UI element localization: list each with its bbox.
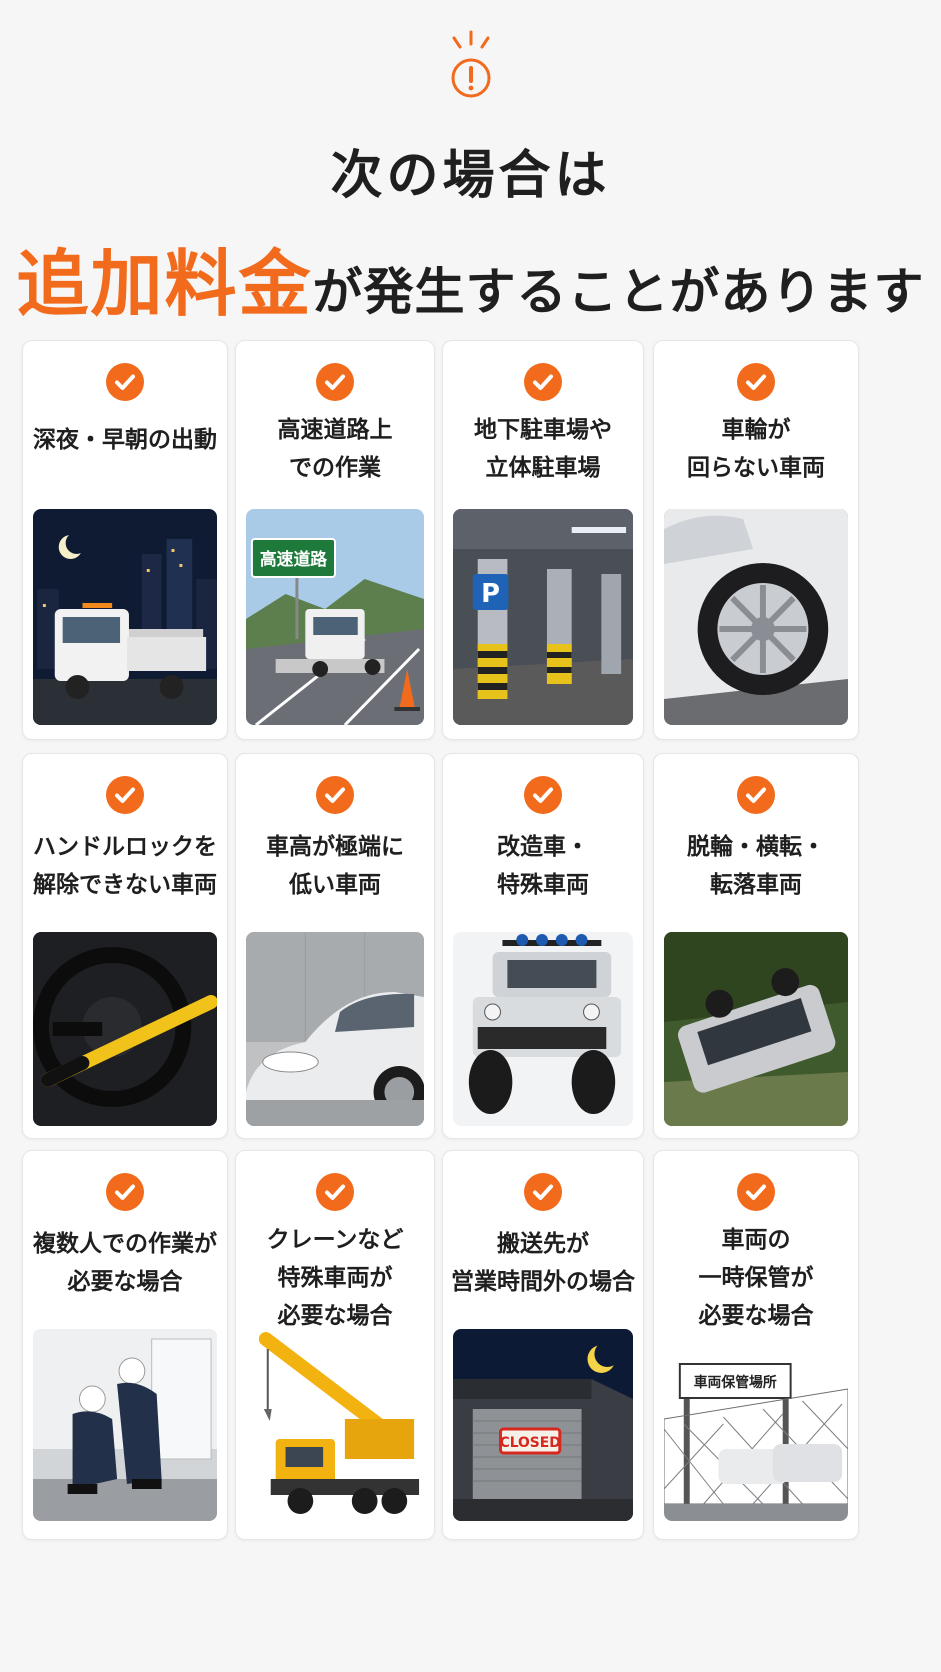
closed-garage-image: CLOSED — [453, 1329, 633, 1521]
check-icon — [106, 776, 144, 814]
check-icon — [316, 1173, 354, 1211]
surcharge-card: 改造車・ 特殊車両 — [442, 753, 644, 1139]
card-label: 車高が極端に 低い車両 — [266, 834, 404, 898]
surcharge-card: 地下駐車場や 立体駐車場 P — [442, 340, 644, 740]
crane-truck-image — [246, 1329, 424, 1525]
surcharge-card: 高速道路上 での作業 高速道路 — [235, 340, 435, 740]
check-icon — [524, 776, 562, 814]
card-label: 車両の 一時保管が 必要な場合 — [698, 1227, 814, 1329]
storage-sign-text: 車両保管場所 — [694, 1374, 777, 1391]
steering-lock-image — [33, 932, 217, 1126]
page: 次の場合は 追加料金が発生することがあります 深夜・早朝の出動 高速道路上 での… — [0, 0, 941, 1672]
night-tow-truck-image — [33, 509, 217, 725]
card-label: 脱輪・横転・ 転落車両 — [687, 834, 825, 898]
surcharge-card: ハンドルロックを 解除できない車両 — [22, 753, 228, 1139]
card-label: 深夜・早朝の出動 — [33, 427, 217, 453]
vehicle-storage-yard-image: 車両保管場所 — [664, 1329, 848, 1521]
card-label: 高速道路上 での作業 — [277, 417, 393, 481]
card-label: クレーンなど 特殊車両が 必要な場合 — [266, 1227, 404, 1329]
surcharge-card: クレーンなど 特殊車両が 必要な場合 — [235, 1150, 435, 1540]
parking-sign-text: P — [481, 579, 500, 609]
check-icon — [106, 363, 144, 401]
card-label: 搬送先が 営業時間外の場合 — [451, 1231, 635, 1295]
card-label: 改造車・ 特殊車両 — [497, 834, 589, 898]
card-label: 地下駐車場や 立体駐車場 — [474, 417, 612, 481]
check-icon — [737, 363, 775, 401]
check-icon — [737, 776, 775, 814]
alert-icon — [451, 30, 490, 98]
surcharge-card: 脱輪・横転・ 転落車両 — [653, 753, 859, 1139]
overturned-car-image — [664, 932, 848, 1126]
card-label: 複数人での作業が 必要な場合 — [33, 1231, 217, 1295]
surcharge-card: 深夜・早朝の出動 — [22, 340, 228, 740]
surcharge-card: 車両の 一時保管が 必要な場合 車両保管場所 — [653, 1150, 859, 1540]
check-icon — [737, 1173, 775, 1211]
surcharge-card: 複数人での作業が 必要な場合 — [22, 1150, 228, 1540]
modified-offroad-vehicle-image — [453, 932, 633, 1126]
highway-tow-truck-image: 高速道路 — [246, 509, 424, 725]
check-icon — [316, 776, 354, 814]
underground-parking-image: P — [453, 509, 633, 725]
check-icon — [106, 1173, 144, 1211]
surcharge-card: 車高が極端に 低い車両 — [235, 753, 435, 1139]
workers-at-truck-image — [33, 1329, 217, 1521]
surcharge-grid: 深夜・早朝の出動 高速道路上 での作業 高速道路 地下駐車場や 立体駐車場 P … — [22, 340, 917, 1630]
lowered-sports-car-image — [246, 932, 424, 1126]
check-icon — [316, 363, 354, 401]
closed-sign-text: CLOSED — [500, 1435, 561, 1451]
header: 次の場合は 追加料金が発生することがあります — [0, 30, 941, 342]
page-title-line2: 追加料金が発生することがあります — [0, 246, 941, 342]
surcharge-card: 車輪が 回らない車両 — [653, 340, 859, 740]
title-accent-text: 追加料金 — [16, 242, 313, 326]
check-icon — [524, 1173, 562, 1211]
page-title-line1: 次の場合は — [330, 146, 611, 206]
title-rest-text: が発生することがあります — [312, 263, 925, 321]
surcharge-card: 搬送先が 営業時間外の場合 CLOSED — [442, 1150, 644, 1540]
car-wheel-image — [664, 509, 848, 725]
card-label: 車輪が 回らない車両 — [687, 417, 825, 481]
highway-sign-text: 高速道路 — [260, 549, 328, 569]
check-icon — [524, 363, 562, 401]
card-label: ハンドルロックを 解除できない車両 — [33, 834, 217, 898]
